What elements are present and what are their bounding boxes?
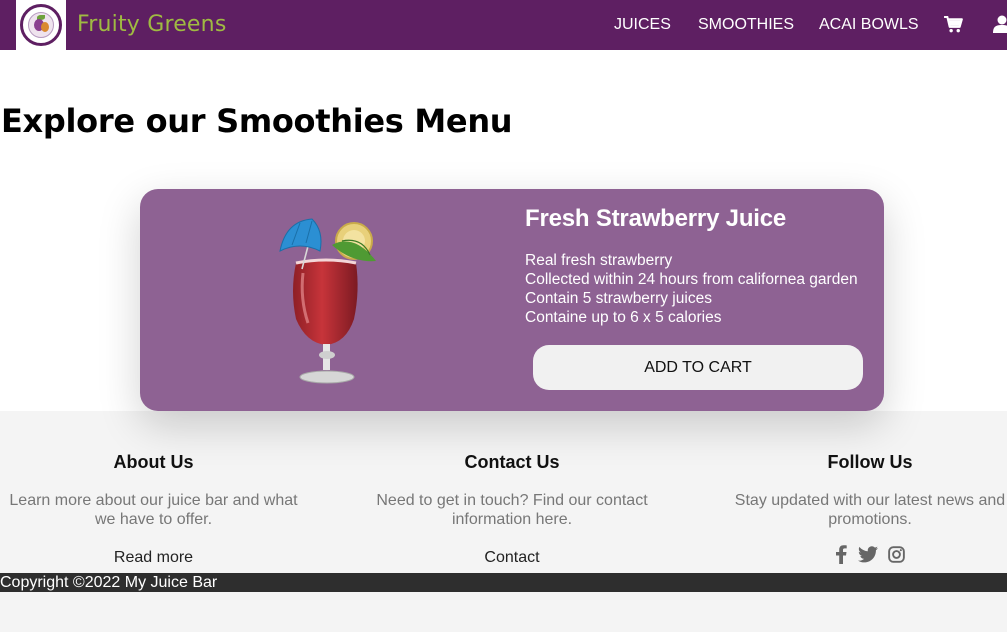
footer-follow-section: Follow Us Stay updated with our latest n… [725, 451, 1007, 567]
footer-contact-section: Contact Us Need to get in touch? Find ou… [362, 451, 662, 567]
footer-about-text-line: we have to offer. [94, 511, 213, 528]
user-icon[interactable] [993, 15, 1007, 33]
description-line: Contain 5 strawberry juices [525, 290, 712, 307]
strawberry-cocktail-image [279, 218, 376, 384]
footer-follow-text: Stay updated with our latest news and pr… [725, 491, 1007, 529]
footer-about-section: About Us Learn more about our juice bar … [0, 451, 307, 567]
twitter-icon[interactable] [857, 546, 878, 563]
footer-follow-text-line: promotions. [828, 511, 912, 528]
cart-icon[interactable] [944, 16, 963, 33]
footer-about-text-line: Learn more about our juice bar and what [9, 492, 298, 509]
logo[interactable] [16, 0, 66, 50]
copyright-bar: Copyright ©2022 My Juice Bar [0, 573, 1007, 592]
footer-about-text: Learn more about our juice bar and what … [0, 491, 307, 529]
add-to-cart-button[interactable]: ADD TO CART [533, 345, 863, 390]
contact-link[interactable]: Contact [484, 548, 539, 567]
logo-badge [20, 4, 62, 46]
footer-follow-text-line: Stay updated with our latest news and [734, 492, 1006, 509]
facebook-icon[interactable] [835, 545, 847, 564]
nav-link-smoothies[interactable]: SMOOTHIES [698, 16, 794, 34]
instagram-icon[interactable] [888, 546, 905, 563]
description-line: Real fresh strawberry [525, 252, 673, 269]
brand-name[interactable]: Fruity Greens [77, 12, 226, 37]
nav-link-acai-bowls[interactable]: ACAI BOWLS [819, 16, 919, 34]
product-name: Fresh Strawberry Juice [525, 205, 787, 232]
footer-about-heading: About Us [113, 452, 194, 472]
footer-contact-heading: Contact Us [464, 452, 560, 472]
footer-contact-text-line: Need to get in touch? Find our contact [376, 492, 648, 509]
read-more-link[interactable]: Read more [114, 548, 193, 567]
product-description: Real fresh strawberry Collected within 2… [525, 251, 858, 327]
footer-follow-heading: Follow Us [827, 452, 913, 472]
description-line: Collected within 24 hours from californe… [525, 271, 858, 288]
page-title: Explore our Smoothies Menu [1, 102, 513, 140]
footer-contact-text: Need to get in touch? Find our contact i… [362, 491, 662, 529]
description-line: Containe up to 6 x 5 calories [525, 309, 722, 326]
footer-contact-text-line: information here. [451, 511, 573, 528]
nav-link-juices[interactable]: JUICES [614, 16, 671, 34]
navbar: Fruity Greens JUICES SMOOTHIES ACAI BOWL… [0, 0, 1007, 50]
social-links [725, 545, 1007, 567]
product-card: Fresh Strawberry Juice Real fresh strawb… [140, 189, 884, 411]
logo-fruit-icon [28, 12, 54, 38]
